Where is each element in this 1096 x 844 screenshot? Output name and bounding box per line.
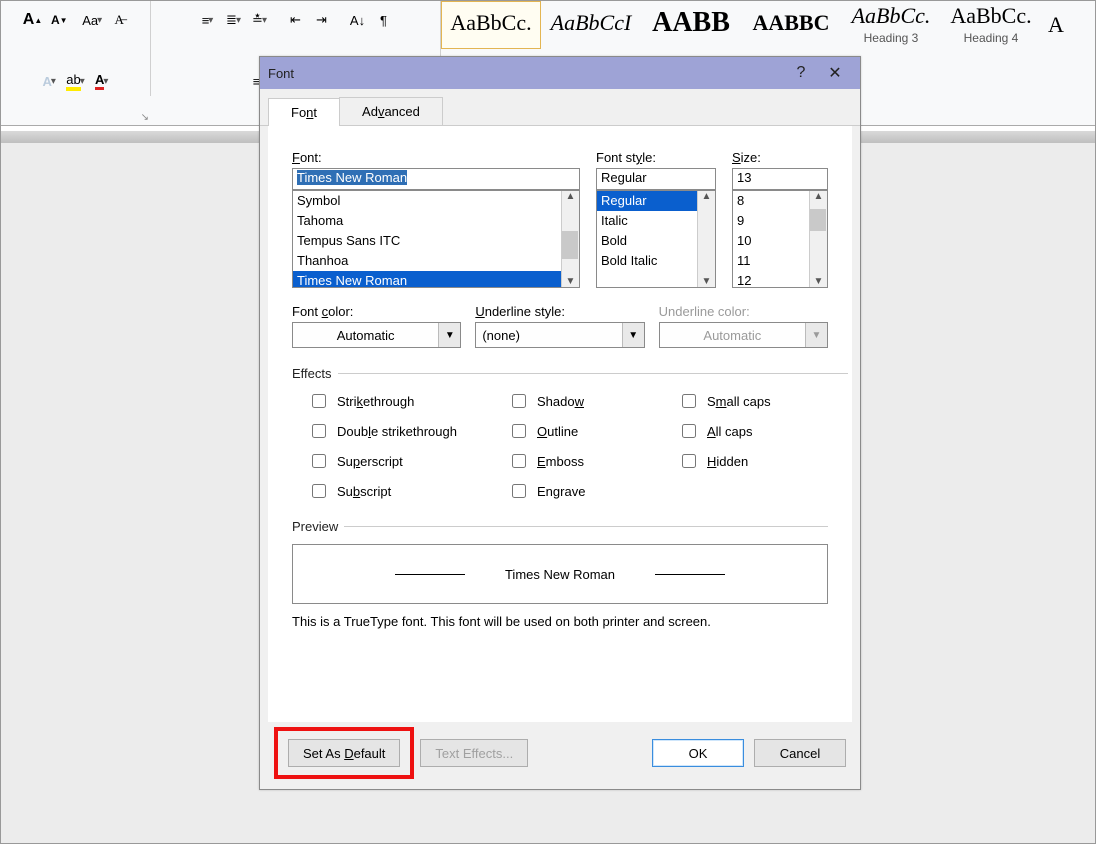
font-color-button[interactable]: A▾	[90, 69, 114, 93]
list-item[interactable]: Symbol	[293, 191, 579, 211]
tab-font[interactable]: Font	[268, 98, 340, 126]
grow-font-button[interactable]: A▲	[20, 8, 45, 32]
decrease-indent-button[interactable]: ⇤	[284, 8, 308, 32]
fontstyle-input[interactable]: Regular	[596, 168, 716, 190]
style-item-6[interactable]: A	[1041, 1, 1071, 49]
hidden-checkbox[interactable]: Hidden	[678, 451, 848, 471]
close-icon[interactable]: ✕	[818, 63, 852, 83]
size-listbox[interactable]: 8 9 10 11 12 ▲▼	[732, 190, 828, 288]
font-dialog-launcher-icon[interactable]: ↘	[141, 112, 149, 123]
allcaps-checkbox[interactable]: All caps	[678, 421, 848, 441]
font-dialog: Font ? ✕ Font Advanced Font: Times New R…	[259, 56, 861, 790]
help-icon[interactable]: ?	[784, 64, 818, 82]
font-label: Font:	[292, 150, 580, 165]
style-item-2[interactable]: AABB	[641, 1, 741, 49]
scrollbar[interactable]: ▲▼	[697, 191, 715, 287]
highlight-button[interactable]: ab▾	[63, 69, 88, 93]
dialog-title: Font	[268, 66, 294, 81]
size-label: Size:	[732, 150, 828, 165]
show-marks-button[interactable]: ¶	[372, 8, 396, 32]
styles-gallery[interactable]: AaBbCc. AaBbCcI AABB AABBC AaBbCc.Headin…	[441, 1, 1095, 49]
outline-checkbox[interactable]: Outline	[508, 421, 678, 441]
fontcolor-label: Font color:	[292, 304, 461, 319]
scrollbar[interactable]: ▲▼	[561, 191, 579, 287]
list-item[interactable]: Times New Roman	[293, 271, 579, 288]
increase-indent-button[interactable]: ⇥	[310, 8, 334, 32]
underlinecolor-combo: Automatic▼	[659, 322, 828, 348]
underlinestyle-label: Underline style:	[475, 304, 644, 319]
superscript-checkbox[interactable]: Superscript	[308, 451, 508, 471]
subscript-checkbox[interactable]: Subscript	[308, 481, 508, 501]
text-effects-button[interactable]: A▾	[37, 69, 61, 93]
fontstyle-listbox[interactable]: Regular Italic Bold Bold Italic ▲▼	[596, 190, 716, 288]
shadow-checkbox[interactable]: Shadow	[508, 391, 678, 411]
numbering-button[interactable]: ≣▾	[222, 8, 246, 32]
preview-legend: Preview	[292, 519, 344, 534]
font-listbox[interactable]: Symbol Tahoma Tempus Sans ITC Thanhoa Ti…	[292, 190, 580, 288]
set-as-default-button[interactable]: Set As Default	[288, 739, 400, 767]
style-item-4[interactable]: AaBbCc.Heading 3	[841, 1, 941, 49]
preview-box: Times New Roman	[292, 544, 828, 604]
tab-advanced[interactable]: Advanced	[339, 97, 443, 125]
clear-formatting-button[interactable]: A̶	[107, 8, 131, 32]
set-as-default-highlight: Set As Default	[274, 727, 414, 779]
engrave-checkbox[interactable]: Engrave	[508, 481, 678, 501]
multilevel-button[interactable]: ≛▾	[248, 8, 272, 32]
dialog-titlebar: Font ? ✕	[260, 57, 860, 89]
bullets-button[interactable]: ≡▾	[196, 8, 220, 32]
list-item[interactable]: Tempus Sans ITC	[293, 231, 579, 251]
size-input[interactable]: 13	[732, 168, 828, 190]
sort-button[interactable]: A↓	[346, 8, 370, 32]
style-item-1[interactable]: AaBbCcI	[541, 1, 641, 49]
list-item[interactable]: Thanhoa	[293, 251, 579, 271]
shrink-font-button[interactable]: A▼	[47, 8, 71, 32]
emboss-checkbox[interactable]: Emboss	[508, 451, 678, 471]
chevron-down-icon[interactable]: ▼	[622, 323, 644, 347]
scrollbar[interactable]: ▲▼	[809, 191, 827, 287]
style-item-3[interactable]: AABBC	[741, 1, 841, 49]
fontcolor-combo[interactable]: Automatic▼	[292, 322, 461, 348]
dialog-tabs: Font Advanced	[260, 89, 860, 126]
list-item[interactable]: Tahoma	[293, 211, 579, 231]
cancel-button[interactable]: Cancel	[754, 739, 846, 767]
underlinecolor-label: Underline color:	[659, 304, 828, 319]
underlinestyle-combo[interactable]: (none)▼	[475, 322, 644, 348]
strikethrough-checkbox[interactable]: Strikethrough	[308, 391, 508, 411]
smallcaps-checkbox[interactable]: Small caps	[678, 391, 848, 411]
style-item-5[interactable]: AaBbCc.Heading 4	[941, 1, 1041, 49]
double-strikethrough-checkbox[interactable]: Double strikethrough	[308, 421, 508, 441]
fontstyle-label: Font style:	[596, 150, 716, 165]
text-effects-button: Text Effects...	[420, 739, 528, 767]
chevron-down-icon[interactable]: ▼	[438, 323, 460, 347]
effects-legend: Effects	[292, 366, 338, 381]
font-description: This is a TrueType font. This font will …	[292, 614, 828, 629]
change-case-button[interactable]: Aa▾	[79, 8, 105, 32]
font-input[interactable]: Times New Roman	[292, 168, 580, 190]
chevron-down-icon: ▼	[805, 323, 827, 347]
preview-text: Times New Roman	[505, 567, 615, 582]
ok-button[interactable]: OK	[652, 739, 744, 767]
style-item-0[interactable]: AaBbCc.	[441, 1, 541, 49]
